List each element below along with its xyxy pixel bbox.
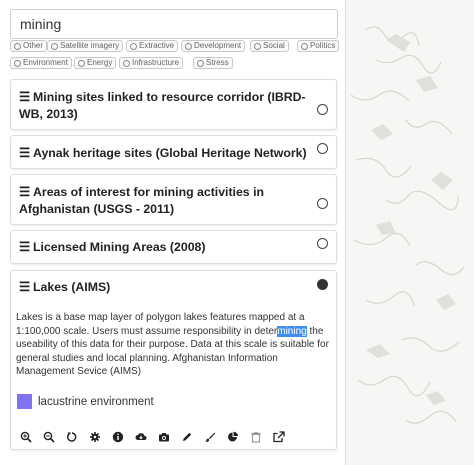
drag-handle-icon[interactable]: ☰ — [19, 90, 30, 104]
radio-icon — [197, 59, 204, 67]
style-brush-icon[interactable] — [204, 431, 216, 443]
layer-select-radio[interactable] — [317, 143, 328, 154]
legend-label: lacustrine environment — [38, 396, 154, 408]
tag-label: Politics — [310, 41, 336, 50]
radio-icon — [254, 42, 261, 50]
tag-label: Environment — [23, 58, 68, 67]
tag-label: Satellite imagery — [60, 41, 120, 50]
layer-select-radio[interactable] — [317, 198, 328, 209]
layer-description: Lakes is a base map layer of polygon lak… — [16, 311, 332, 379]
layer-title: ☰ Licensed Mining Areas (2008) — [19, 239, 309, 256]
layer-select-radio[interactable] — [317, 104, 328, 115]
description-text: Lakes is a base map layer of polygon lak… — [16, 312, 305, 337]
search-input[interactable]: mining — [10, 9, 338, 39]
layer-title-text: Mining sites linked to resource corridor… — [19, 90, 306, 121]
layer-title-text: Aynak heritage sites (Global Heritage Ne… — [33, 146, 307, 160]
external-link-icon[interactable] — [273, 431, 285, 443]
tag-stress[interactable]: Stress — [193, 57, 233, 69]
layer-title: ☰ Lakes (AIMS) — [19, 279, 309, 296]
map-view[interactable] — [346, 0, 474, 465]
tag-satellite-imagery[interactable]: Satellite imagery — [47, 40, 124, 52]
layer-title-text: Lakes (AIMS) — [33, 280, 111, 294]
legend-item: lacustrine environment — [17, 394, 154, 410]
radio-icon — [51, 42, 58, 50]
layer-select-radio[interactable] — [317, 279, 328, 290]
tag-infrastructure[interactable]: Infrastructure — [119, 57, 184, 69]
legend-swatch — [17, 394, 32, 409]
layer-panel: mining Other Satellite imagery Extractiv… — [0, 0, 346, 465]
info-icon[interactable] — [112, 431, 124, 443]
layer-card-expanded[interactable]: ☰ Lakes (AIMS) Lakes is a base map layer … — [10, 270, 337, 450]
tag-label: Infrastructure — [132, 58, 180, 67]
radio-icon — [78, 59, 85, 67]
radio-icon — [123, 59, 130, 67]
tag-extractive[interactable]: Extractive — [126, 40, 179, 52]
tag-social[interactable]: Social — [250, 40, 289, 52]
layer-title: ☰ Aynak heritage sites (Global Heritage N… — [19, 145, 309, 162]
download-icon[interactable] — [135, 431, 147, 443]
tag-label: Stress — [206, 58, 229, 67]
layer-card[interactable]: ☰ Aynak heritage sites (Global Heritage N… — [10, 135, 337, 169]
drag-handle-icon[interactable]: ☰ — [19, 280, 30, 294]
layer-title: ☰ Mining sites linked to resource corrido… — [19, 89, 309, 123]
layer-select-radio[interactable] — [317, 238, 328, 249]
layer-card[interactable]: ☰ Licensed Mining Areas (2008) — [10, 230, 337, 264]
tag-label: Energy — [87, 58, 113, 67]
tag-label: Development — [194, 41, 242, 50]
layer-card[interactable]: ☰ Areas of interest for mining activities… — [10, 174, 337, 225]
reset-icon[interactable] — [66, 431, 78, 443]
layer-card[interactable]: ☰ Mining sites linked to resource corrido… — [10, 79, 337, 130]
tag-energy[interactable]: Energy — [74, 57, 117, 69]
layer-title-text: Areas of interest for mining activities … — [19, 185, 264, 216]
layer-toolbar — [20, 431, 320, 445]
layer-title: ☰ Areas of interest for mining activities… — [19, 184, 309, 218]
radio-icon — [130, 42, 137, 50]
tag-environment[interactable]: Environment — [10, 57, 72, 69]
radio-icon — [14, 42, 21, 50]
radio-icon — [185, 42, 192, 50]
drag-handle-icon[interactable]: ☰ — [19, 240, 30, 254]
delete-icon[interactable] — [250, 431, 262, 443]
drag-handle-icon[interactable]: ☰ — [19, 146, 30, 160]
radio-icon — [14, 59, 21, 67]
tag-label: Social — [263, 41, 285, 50]
edit-icon[interactable] — [181, 431, 193, 443]
tag-label: Extractive — [139, 41, 175, 50]
tag-development[interactable]: Development — [181, 40, 246, 52]
radio-icon — [301, 42, 308, 50]
zoom-to-layer-icon[interactable] — [43, 431, 55, 443]
camera-icon[interactable] — [158, 431, 170, 443]
tag-politics[interactable]: Politics — [297, 40, 340, 52]
layer-title-text: Licensed Mining Areas (2008) — [33, 240, 206, 254]
tag-other[interactable]: Other — [10, 40, 48, 52]
drag-handle-icon[interactable]: ☰ — [19, 185, 30, 199]
tag-label: Other — [23, 41, 44, 50]
search-highlight: mining — [277, 325, 307, 337]
zoom-in-icon[interactable] — [20, 431, 32, 443]
settings-icon[interactable] — [89, 431, 101, 443]
chart-icon[interactable] — [227, 431, 239, 443]
